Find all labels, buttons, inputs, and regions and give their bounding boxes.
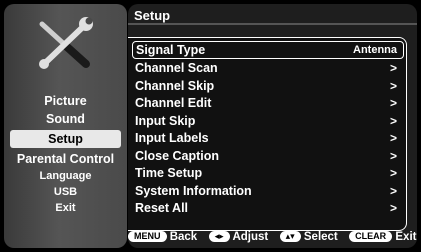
option-label: Input Skip: [135, 113, 196, 128]
menu-key-icon: MENU: [128, 231, 167, 242]
chevron-right-icon: >: [389, 113, 397, 128]
tools-icon: [39, 17, 93, 69]
menu-item-usb[interactable]: USB: [4, 184, 127, 200]
adjust-hint: Adjust: [232, 231, 269, 243]
menu-item-picture[interactable]: Picture: [4, 92, 127, 110]
tv-menu-screen: Picture Sound Setup Parental Control Lan…: [0, 0, 421, 252]
setup-option-channel-scan[interactable]: Channel Scan >: [128, 60, 406, 78]
setup-option-system-information[interactable]: System Information >: [128, 183, 406, 201]
menu-item-language[interactable]: Language: [4, 168, 127, 184]
menu-item-exit[interactable]: Exit: [4, 200, 127, 216]
panel-title: Setup: [134, 8, 171, 23]
setup-option-reset-all[interactable]: Reset All >: [128, 200, 406, 218]
chevron-right-icon: >: [389, 183, 397, 198]
setup-option-input-labels[interactable]: Input Labels >: [128, 130, 406, 148]
setup-option-time-setup[interactable]: Time Setup >: [128, 165, 406, 183]
option-value: Antenna: [353, 44, 397, 56]
chevron-right-icon: >: [389, 131, 397, 145]
setup-option-signal-type[interactable]: Signal Type Antenna: [132, 41, 404, 59]
menu-item-sound[interactable]: Sound: [4, 110, 127, 128]
title-divider: [128, 23, 417, 25]
setup-panel: Setup Signal Type Antenna Channel Scan >…: [128, 4, 417, 248]
exit-hint: Exit: [395, 231, 417, 243]
chevron-right-icon: >: [389, 201, 397, 215]
main-menu-sidebar: Picture Sound Setup Parental Control Lan…: [4, 4, 127, 248]
chevron-right-icon: >: [389, 166, 397, 180]
setup-option-input-skip[interactable]: Input Skip >: [128, 113, 406, 131]
option-label: Time Setup: [135, 166, 203, 180]
help-bar: MENU Back ◂▸ Adjust ▴▾ Select CLEAR Exit: [128, 230, 417, 245]
main-menu-list: Picture Sound Setup Parental Control Lan…: [4, 92, 127, 216]
select-hint: Select: [303, 231, 338, 243]
setup-option-channel-skip[interactable]: Channel Skip >: [128, 78, 406, 96]
chevron-right-icon: >: [389, 96, 397, 110]
option-label: Close Caption: [135, 148, 220, 163]
clear-key-icon: CLEAR: [349, 231, 393, 242]
option-label: System Information: [135, 183, 252, 198]
setup-options-list: Signal Type Antenna Channel Scan > Chann…: [128, 37, 407, 231]
chevron-right-icon: >: [389, 148, 397, 163]
option-label: Signal Type: [136, 43, 206, 57]
chevron-right-icon: >: [389, 61, 397, 75]
option-label: Channel Scan: [135, 61, 218, 75]
up-down-key-icon: ▴▾: [279, 231, 301, 242]
option-label: Channel Skip: [135, 78, 215, 93]
menu-item-setup[interactable]: Setup: [10, 130, 121, 148]
setup-option-close-caption[interactable]: Close Caption >: [128, 148, 406, 166]
option-label: Channel Edit: [135, 96, 212, 110]
chevron-right-icon: >: [389, 78, 397, 93]
option-label: Reset All: [135, 201, 189, 215]
setup-option-channel-edit[interactable]: Channel Edit >: [128, 95, 406, 113]
left-right-key-icon: ◂▸: [208, 231, 230, 242]
back-hint: Back: [169, 231, 198, 243]
menu-item-parental-control[interactable]: Parental Control: [4, 150, 127, 168]
option-label: Input Labels: [135, 131, 209, 145]
